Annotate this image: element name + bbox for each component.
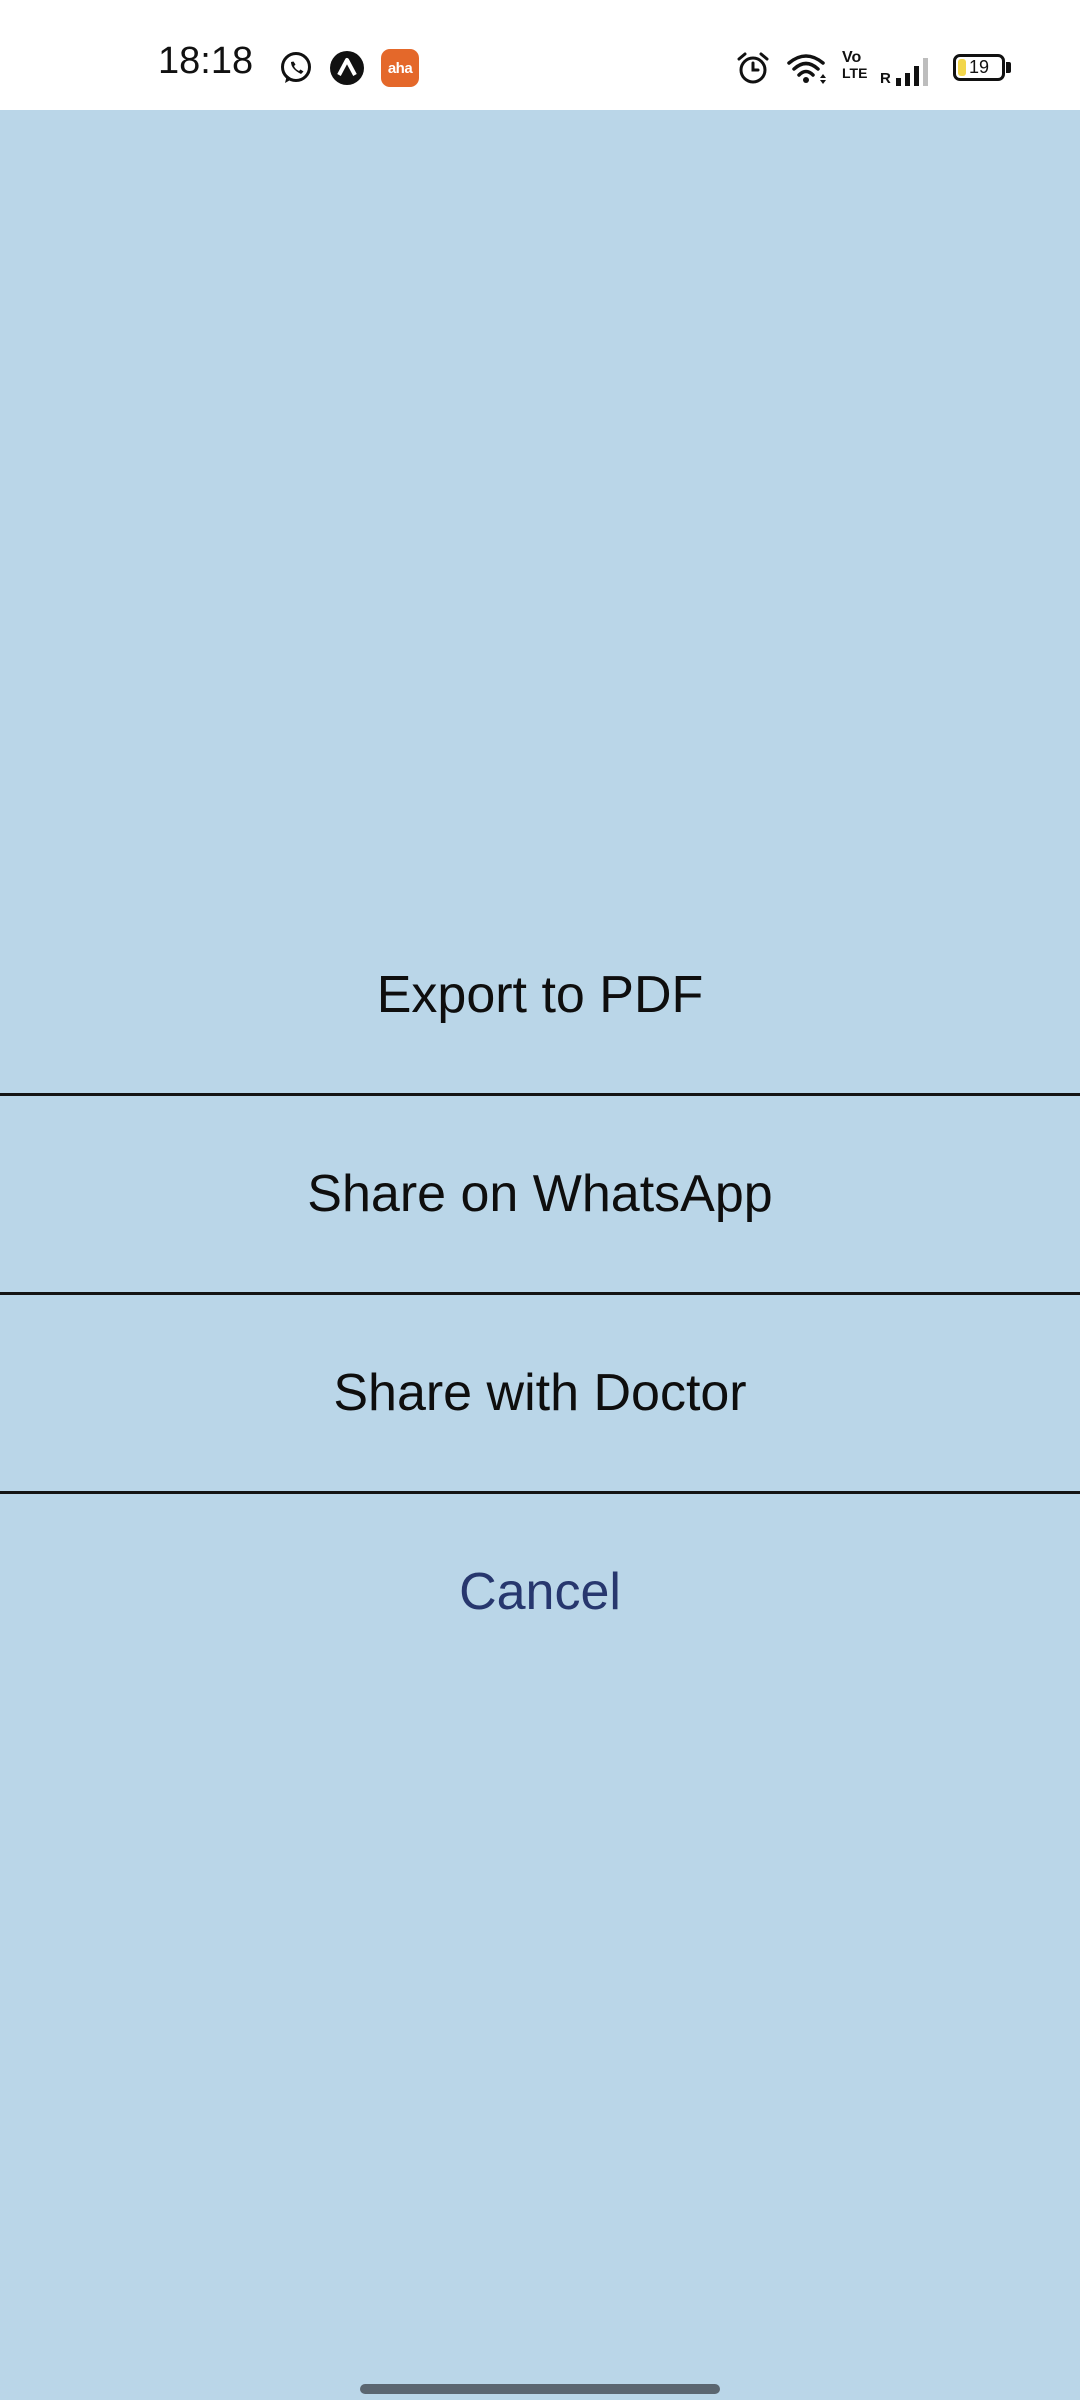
share-doctor-button[interactable]: Share with Doctor	[0, 1295, 1080, 1491]
aha-app-label: aha	[387, 59, 413, 77]
signal-icon: R	[880, 54, 936, 86]
battery-nub	[1006, 62, 1011, 73]
roaming-label: R	[880, 70, 891, 87]
volte-icon: Vo LTE	[842, 50, 870, 88]
volte-top-label: Vo	[842, 49, 862, 66]
export-pdf-button[interactable]: Export to PDF	[0, 897, 1080, 1093]
status-bar: 18:18 aha Vo LTE R 19	[0, 0, 1080, 110]
alarm-icon	[737, 52, 769, 84]
battery-icon: 19	[953, 54, 1005, 81]
share-whatsapp-button[interactable]: Share on WhatsApp	[0, 1096, 1080, 1292]
battery-level-text: 19	[968, 57, 990, 77]
home-indicator[interactable]	[360, 2384, 720, 2394]
app-triangle-icon	[330, 51, 364, 85]
aha-app-icon: aha	[381, 49, 419, 87]
whatsapp-icon	[281, 52, 311, 83]
cancel-button[interactable]: Cancel	[0, 1494, 1080, 1690]
wifi-icon	[787, 54, 826, 84]
share-action-sheet: Export to PDF Share on WhatsApp Share wi…	[0, 897, 1080, 1690]
volte-bottom-label: LTE	[842, 65, 868, 81]
status-time: 18:18	[158, 40, 254, 82]
